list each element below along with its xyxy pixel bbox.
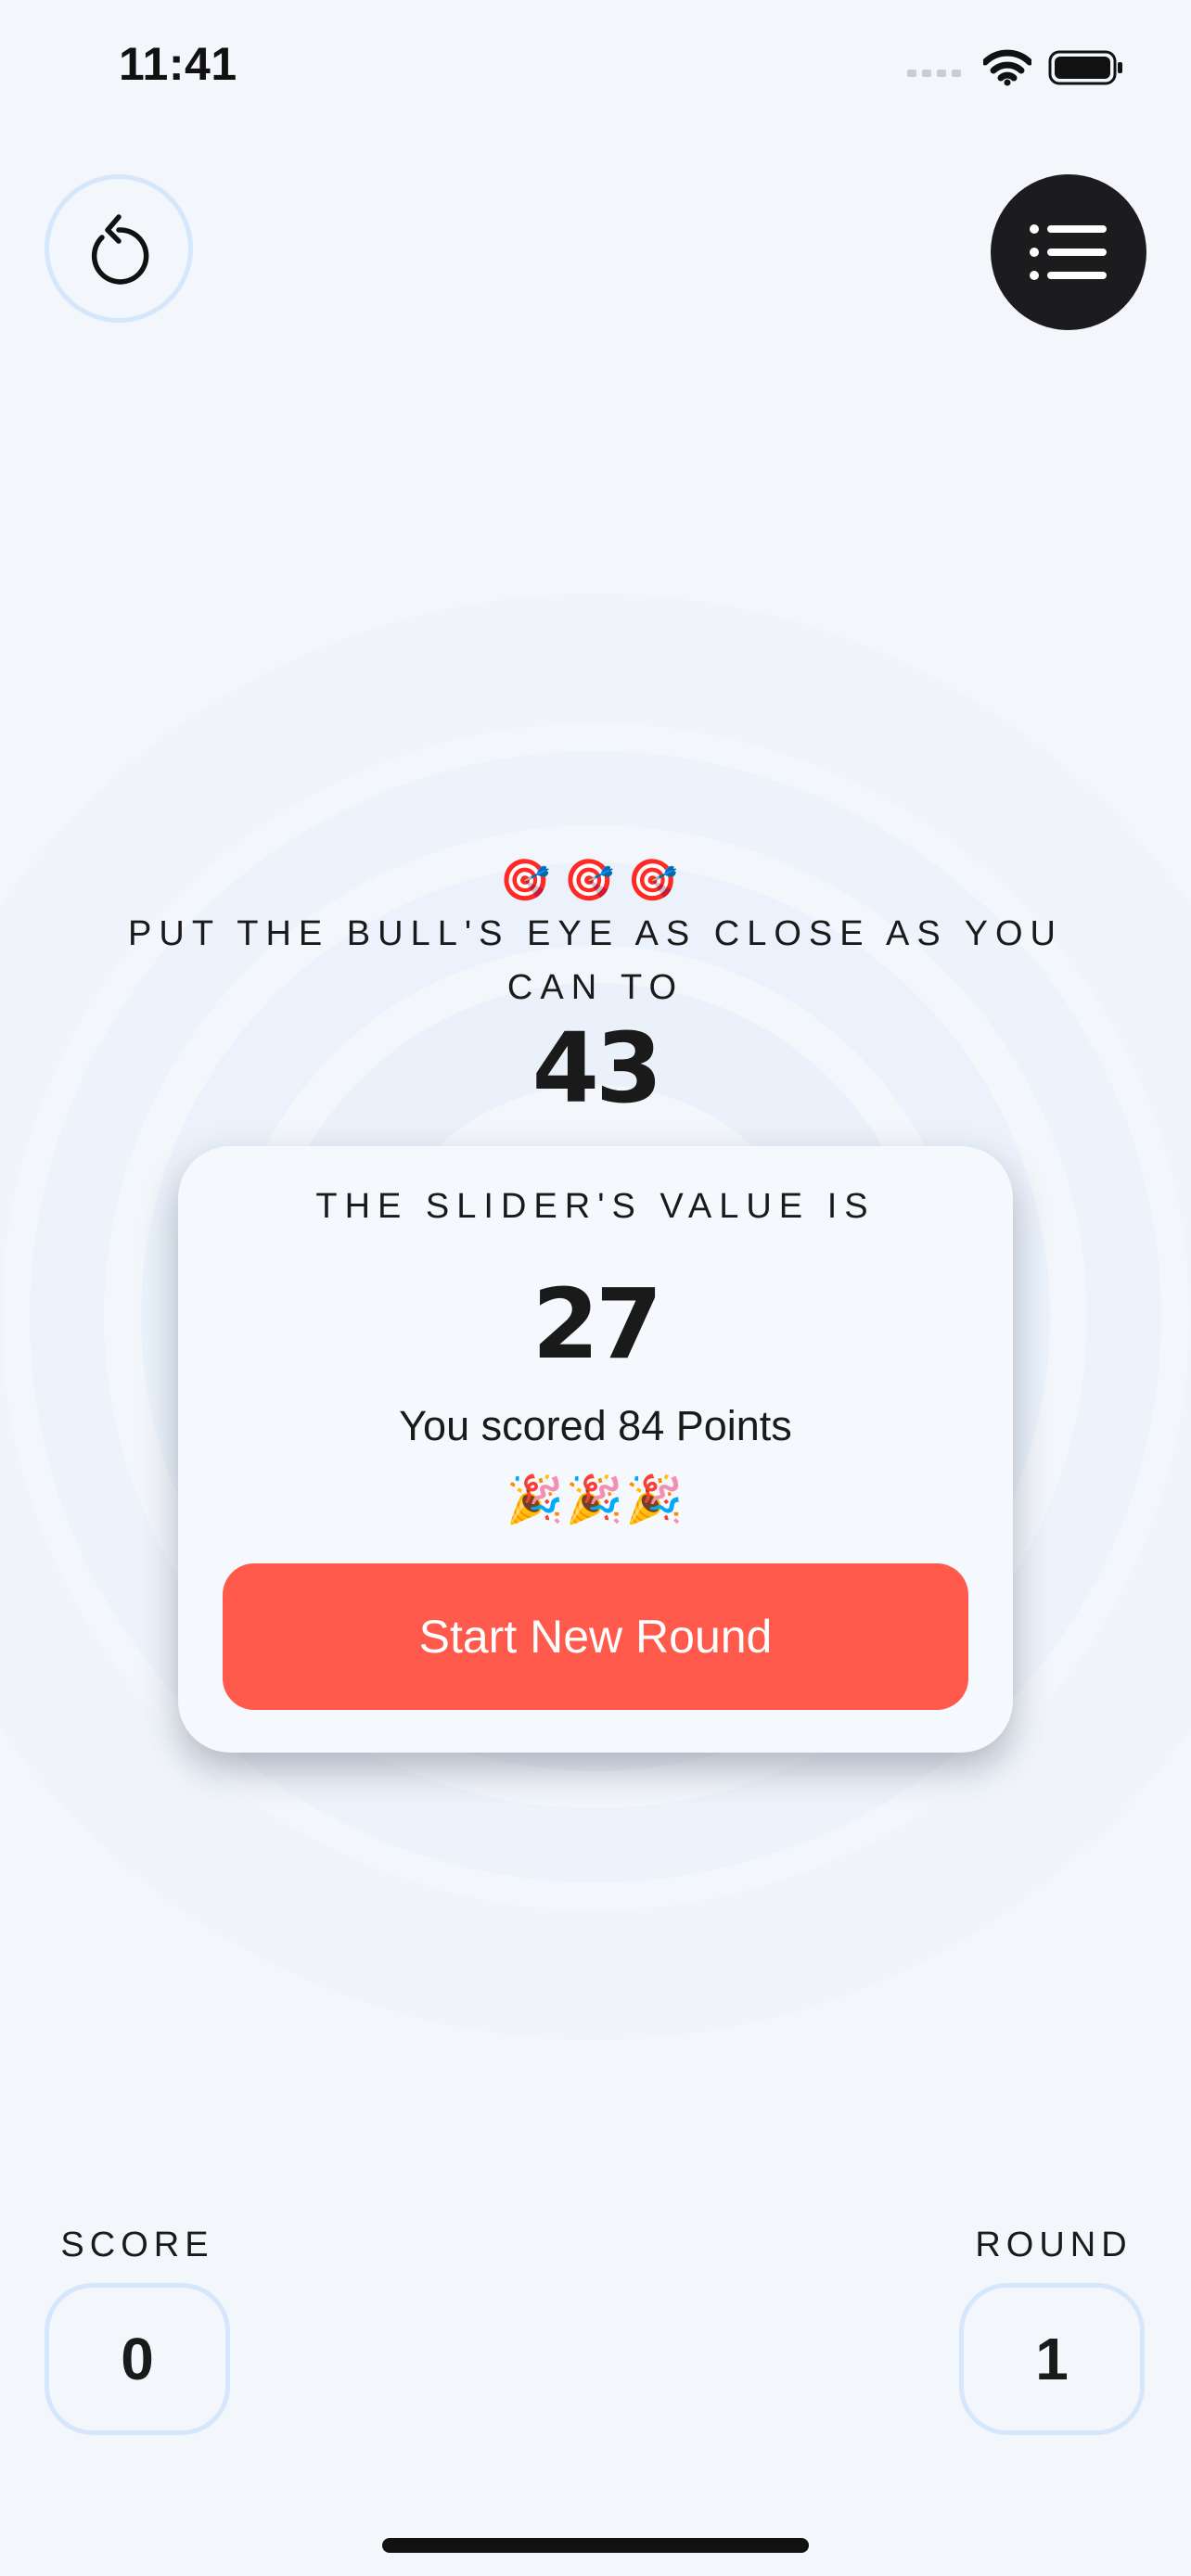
score-label: SCORE (60, 2225, 214, 2264)
restart-button[interactable] (45, 174, 193, 323)
counterclockwise-arrow-icon (91, 214, 149, 285)
status-icons (907, 45, 1124, 91)
battery-icon (1048, 50, 1122, 85)
score-value: 0 (45, 2283, 230, 2435)
instruction-text: PUT THE BULL'S EYE AS CLOSE AS YOU CAN T… (128, 914, 1063, 1007)
list-icon (1030, 224, 1107, 280)
round-value: 1 (959, 2283, 1145, 2435)
bullseye-dart-icon: 🎯🎯🎯 (499, 858, 692, 903)
result-heading: THE SLIDER'S VALUE IS (315, 1187, 876, 1226)
home-indicator (382, 2538, 809, 2553)
status-time: 11:41 (119, 38, 237, 90)
party-popper-icon: 🎉🎉🎉 (506, 1473, 685, 1525)
round-label: ROUND (975, 2225, 1133, 2264)
cellular-signal-icon (907, 70, 961, 77)
leaderboard-button[interactable] (991, 174, 1146, 330)
start-new-round-button[interactable]: Start New Round (223, 1563, 968, 1710)
result-card: THE SLIDER'S VALUE IS 27 You scored 84 P… (178, 1146, 1013, 1753)
target-value: 43 (531, 1012, 663, 1125)
wifi-icon (983, 49, 1031, 86)
score-message: You scored 84 Points (399, 1402, 792, 1449)
game-screen: 11:41 🎯🎯🎯 PUT THE BULL'S EYE AS CLOSE AS… (0, 0, 1191, 2576)
slider-value: 27 (531, 1268, 663, 1381)
